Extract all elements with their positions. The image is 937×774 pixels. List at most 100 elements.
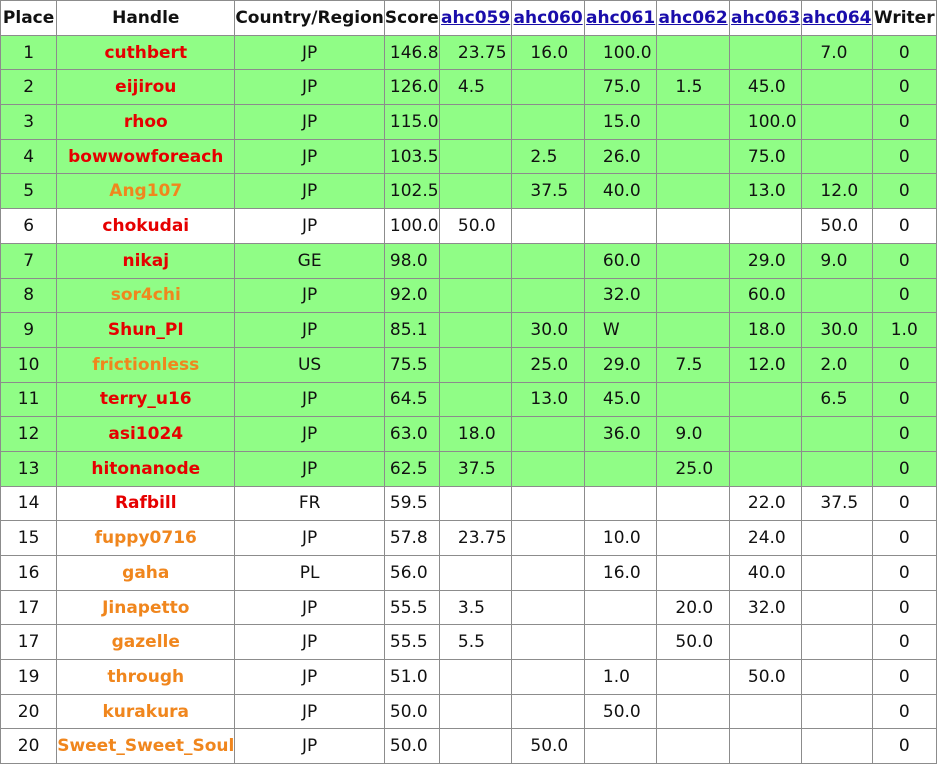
score-cell: 102.5 xyxy=(383,173,440,210)
header-score: Score xyxy=(383,0,440,36)
problem-score-cell xyxy=(438,555,513,591)
problem-score-cell xyxy=(511,659,585,695)
country-cell: JP xyxy=(234,173,385,210)
handle-cell[interactable]: asi1024 xyxy=(56,416,236,452)
handle-cell[interactable]: cuthbert xyxy=(56,34,236,71)
problem-score-cell xyxy=(656,555,730,591)
place-cell: 1 xyxy=(0,34,58,71)
table-row: 19 through JP 51.0 1.0 50.0 0 xyxy=(0,659,937,695)
problem-score-cell xyxy=(801,416,873,452)
problem-score-cell: 1.0 xyxy=(583,659,658,695)
table-row: 17 Jinapetto JP 55.5 3.5 20.0 32.0 0 xyxy=(0,589,937,626)
country-cell: JP xyxy=(234,589,385,626)
score-cell: 146.8 xyxy=(383,34,440,71)
problem-score-cell xyxy=(511,555,585,591)
problem-score-cell xyxy=(511,520,585,556)
problem-score-cell xyxy=(511,242,585,279)
country-cell: JP xyxy=(234,624,385,661)
writer-cell: 0 xyxy=(871,555,937,591)
place-cell: 6 xyxy=(0,208,58,244)
handle-cell[interactable]: through xyxy=(56,659,236,695)
problem-score-cell xyxy=(656,242,730,279)
problem-link-ahc061[interactable]: ahc061 xyxy=(586,8,655,28)
handle-cell[interactable]: gaha xyxy=(56,555,236,591)
problem-link-ahc060[interactable]: ahc060 xyxy=(514,8,583,28)
country-cell: JP xyxy=(234,34,385,71)
problem-score-cell: 100.0 xyxy=(728,104,803,140)
score-cell: 59.5 xyxy=(383,485,440,522)
problem-score-cell xyxy=(438,659,513,695)
problem-link-ahc059[interactable]: ahc059 xyxy=(441,8,510,28)
country-cell: JP xyxy=(234,416,385,452)
handle-cell[interactable]: Rafbill xyxy=(56,485,236,522)
problem-score-cell: 2.0 xyxy=(801,346,873,383)
problem-link-ahc064[interactable]: ahc064 xyxy=(803,8,871,28)
table-row: 20 Sweet_Sweet_Soul JP 50.0 50.0 0 xyxy=(0,728,937,765)
place-cell: 17 xyxy=(0,589,58,626)
problem-score-cell: 50.0 xyxy=(511,728,585,765)
header-handle: Handle xyxy=(56,0,236,36)
header-problem-6: ahc064 xyxy=(801,0,873,36)
country-cell: JP xyxy=(234,659,385,695)
score-cell: 55.5 xyxy=(383,624,440,661)
score-cell: 51.0 xyxy=(383,659,440,695)
handle-cell[interactable]: Sweet_Sweet_Soul xyxy=(56,728,236,765)
problem-score-cell xyxy=(656,34,730,71)
handle-cell[interactable]: kurakura xyxy=(56,693,236,730)
table-row: 17 gazelle JP 55.5 5.5 50.0 0 xyxy=(0,624,937,661)
writer-cell: 0 xyxy=(871,693,937,730)
country-cell: JP xyxy=(234,520,385,556)
handle-cell[interactable]: sor4chi xyxy=(56,277,236,314)
problem-score-cell xyxy=(438,138,513,175)
problem-score-cell: 40.0 xyxy=(728,555,803,591)
handle-cell[interactable]: chokudai xyxy=(56,208,236,244)
place-cell: 19 xyxy=(0,659,58,695)
problem-score-cell xyxy=(801,728,873,765)
problem-score-cell xyxy=(511,693,585,730)
handle-cell[interactable]: terry_u16 xyxy=(56,381,236,418)
problem-score-cell: 2.5 xyxy=(511,138,585,175)
problem-score-cell xyxy=(728,381,803,418)
place-cell: 16 xyxy=(0,555,58,591)
handle-cell[interactable]: fuppy0716 xyxy=(56,520,236,556)
problem-score-cell xyxy=(583,589,658,626)
handle-cell[interactable]: rhoo xyxy=(56,104,236,140)
writer-cell: 0 xyxy=(871,416,937,452)
country-cell: JP xyxy=(234,104,385,140)
place-cell: 5 xyxy=(0,173,58,210)
handle-cell[interactable]: Ang107 xyxy=(56,173,236,210)
problem-score-cell xyxy=(656,173,730,210)
table-row: 1 cuthbert JP 146.8 23.75 16.0 100.0 7.0 0 xyxy=(0,34,937,71)
header-row: Place Handle Country/Region Score ahc059… xyxy=(0,0,937,36)
problem-score-cell: 10.0 xyxy=(583,520,658,556)
table-row: 3 rhoo JP 115.0 15.0 100.0 0 xyxy=(0,104,937,140)
handle-cell[interactable]: eijirou xyxy=(56,69,236,106)
problem-score-cell xyxy=(583,208,658,244)
place-cell: 12 xyxy=(0,416,58,452)
handle-cell[interactable]: frictionless xyxy=(56,346,236,383)
handle-cell[interactable]: gazelle xyxy=(56,624,236,661)
place-cell: 8 xyxy=(0,277,58,314)
table-row: 16 gaha PL 56.0 16.0 40.0 0 xyxy=(0,555,937,591)
problem-score-cell xyxy=(511,416,585,452)
problem-link-ahc063[interactable]: ahc063 xyxy=(731,8,800,28)
problem-score-cell xyxy=(728,450,803,487)
table-row: 5 Ang107 JP 102.5 37.5 40.0 13.0 12.0 0 xyxy=(0,173,937,210)
handle-cell[interactable]: Jinapetto xyxy=(56,589,236,626)
problem-score-cell: 75.0 xyxy=(728,138,803,175)
table-header: Place Handle Country/Region Score ahc059… xyxy=(0,0,937,36)
handle-cell[interactable]: nikaj xyxy=(56,242,236,279)
handle-cell[interactable]: Shun_PI xyxy=(56,312,236,348)
problem-score-cell: 60.0 xyxy=(728,277,803,314)
writer-cell: 0 xyxy=(871,589,937,626)
problem-score-cell xyxy=(438,485,513,522)
score-cell: 85.1 xyxy=(383,312,440,348)
problem-score-cell xyxy=(438,173,513,210)
country-cell: JP xyxy=(234,450,385,487)
score-cell: 50.0 xyxy=(383,693,440,730)
handle-cell[interactable]: hitonanode xyxy=(56,450,236,487)
writer-cell: 0 xyxy=(871,381,937,418)
handle-cell[interactable]: bowwowforeach xyxy=(56,138,236,175)
score-cell: 115.0 xyxy=(383,104,440,140)
problem-link-ahc062[interactable]: ahc062 xyxy=(659,8,728,28)
